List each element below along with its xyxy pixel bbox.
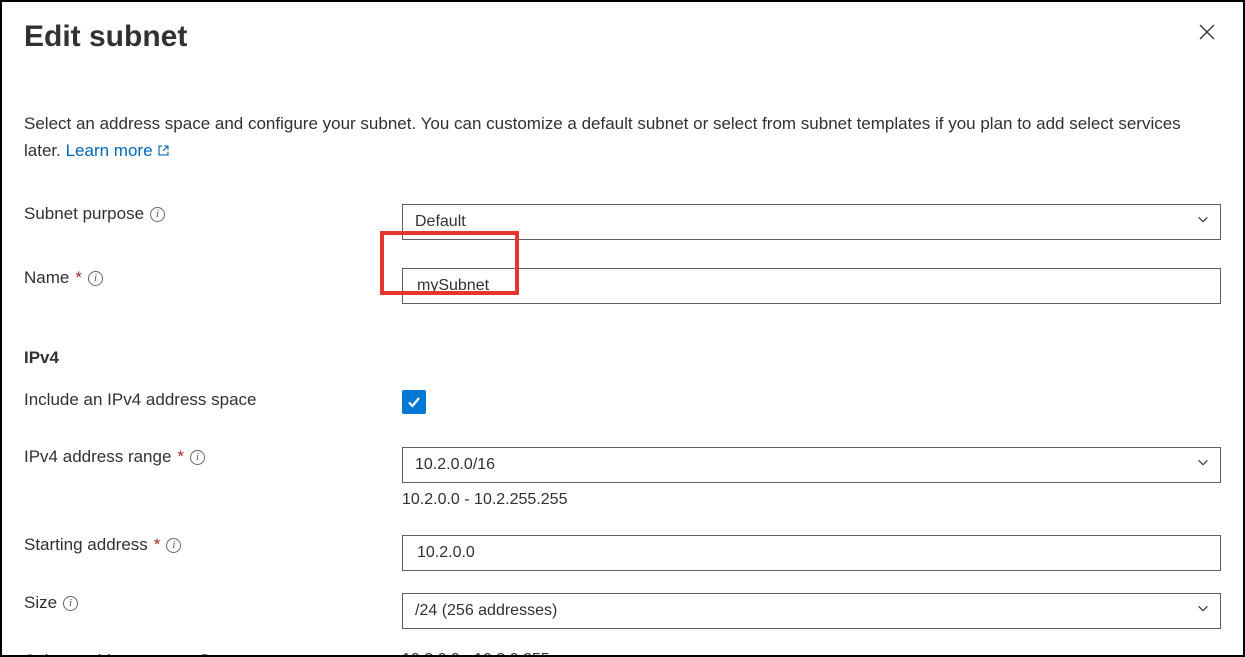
intro-text: Select an address space and configure yo…	[24, 110, 1221, 164]
ipv4-range-value: 10.2.0.0/16	[415, 456, 495, 474]
ipv4-range-label: IPv4 address range	[24, 447, 171, 467]
subnet-purpose-dropdown[interactable]: Default	[402, 204, 1221, 240]
learn-more-label: Learn more	[66, 141, 153, 160]
subnet-range-value: 10.2.0.0 - 10.2.0.255	[402, 651, 550, 657]
name-input-wrapper	[402, 268, 1221, 304]
include-ipv4-label: Include an IPv4 address space	[24, 390, 256, 410]
info-icon[interactable]: i	[166, 538, 181, 553]
ipv4-range-helper: 10.2.0.0 - 10.2.255.255	[402, 491, 1221, 509]
starting-address-input-wrapper	[402, 535, 1221, 571]
info-icon[interactable]: i	[88, 271, 103, 286]
include-ipv4-checkbox[interactable]	[402, 390, 426, 414]
ipv4-heading: IPv4	[24, 348, 1221, 368]
info-icon[interactable]: i	[63, 596, 78, 611]
ipv4-range-dropdown[interactable]: 10.2.0.0/16	[402, 447, 1221, 483]
name-label: Name	[24, 268, 69, 288]
starting-address-label: Starting address	[24, 535, 148, 555]
subnet-purpose-label: Subnet purpose	[24, 204, 144, 224]
external-link-icon	[157, 138, 170, 151]
panel-title: Edit subnet	[24, 20, 187, 54]
edit-subnet-panel: Edit subnet Select an address space and …	[0, 0, 1245, 657]
chevron-down-icon	[1196, 602, 1210, 621]
required-mark: *	[154, 535, 161, 555]
close-icon[interactable]	[1193, 20, 1221, 48]
name-input[interactable]	[415, 269, 1184, 303]
size-dropdown[interactable]: /24 (256 addresses)	[402, 593, 1221, 629]
required-mark: *	[75, 268, 82, 288]
required-mark: *	[177, 447, 184, 467]
chevron-down-icon	[1196, 456, 1210, 475]
learn-more-link[interactable]: Learn more	[66, 141, 171, 160]
starting-address-input[interactable]	[415, 536, 1184, 570]
chevron-down-icon	[1196, 213, 1210, 232]
subnet-range-label: Subnet address range	[24, 651, 191, 657]
info-icon[interactable]: i	[150, 207, 165, 222]
info-icon[interactable]: i	[190, 450, 205, 465]
subnet-purpose-value: Default	[415, 213, 466, 231]
intro-body: Select an address space and configure yo…	[24, 114, 1181, 160]
size-value: /24 (256 addresses)	[415, 602, 557, 620]
size-label: Size	[24, 593, 57, 613]
